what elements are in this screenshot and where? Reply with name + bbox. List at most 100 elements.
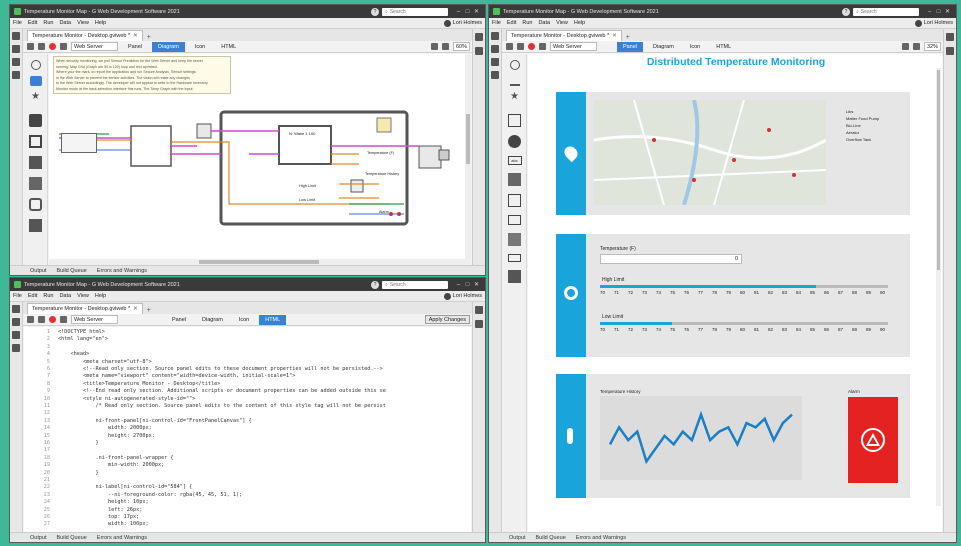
run-icon[interactable] <box>27 43 34 50</box>
properties-icon[interactable] <box>946 33 954 41</box>
menu-view[interactable]: View <box>77 293 89 299</box>
code-line[interactable]: /* Read only section. Source panel edits… <box>58 403 385 409</box>
user-menu[interactable]: Lori Holmes <box>914 19 953 27</box>
code-line[interactable]: height: 2700px; <box>58 433 155 439</box>
file-io-icon[interactable] <box>29 219 42 232</box>
menu-file[interactable]: File <box>492 20 501 26</box>
menu-help[interactable]: Help <box>574 20 585 26</box>
save-icon[interactable] <box>12 32 20 40</box>
tab-panel[interactable]: Panel <box>122 42 148 52</box>
close-button[interactable]: ✕ <box>472 8 481 15</box>
errors-warnings-tab[interactable]: Errors and Warnings <box>97 268 147 274</box>
tab-html[interactable]: HTML <box>215 42 242 52</box>
close-button[interactable]: ✕ <box>943 8 952 15</box>
code-line[interactable]: min-width: 2000px; <box>58 462 164 468</box>
favorites-icon[interactable]: ★ <box>31 92 41 102</box>
zoom-select[interactable]: 60% <box>452 42 470 51</box>
errors-warnings-tab[interactable]: Errors and Warnings <box>576 535 626 541</box>
graph-icon[interactable] <box>508 173 521 186</box>
menu-edit[interactable]: Edit <box>507 20 516 26</box>
help-icon[interactable]: ? <box>842 7 850 16</box>
menu-help[interactable]: Help <box>95 293 106 299</box>
misc-icon[interactable] <box>508 270 521 283</box>
code-line[interactable]: <head> <box>58 351 89 357</box>
table-icon[interactable] <box>508 233 521 246</box>
tab-icon[interactable]: Icon <box>684 42 706 52</box>
low-limit-slider[interactable] <box>600 322 888 325</box>
structures-icon[interactable] <box>29 76 42 86</box>
document-tab[interactable]: Temperature Monitor - Desktop.gviweb * ✕ <box>27 303 143 314</box>
code-line[interactable]: <meta name="viewport" content="width=dev… <box>58 373 295 379</box>
subvi-node[interactable] <box>376 117 392 133</box>
cluster-icon[interactable] <box>29 198 42 211</box>
file-icon[interactable] <box>491 45 499 53</box>
target-select[interactable]: Web Server <box>71 42 118 51</box>
settings-icon[interactable] <box>12 58 20 66</box>
map-view[interactable] <box>594 100 826 205</box>
tab-panel[interactable]: Panel <box>616 41 644 52</box>
subvi-node[interactable] <box>418 145 442 169</box>
temperature-numeric[interactable]: 0 <box>600 254 742 264</box>
close-tab-icon[interactable]: ✕ <box>133 33 138 39</box>
html-code-editor[interactable]: 1 <!DOCTYPE html> 2 <html lang="en"> 3 4 <hea… <box>24 327 471 532</box>
settings-icon[interactable] <box>491 58 499 66</box>
pause-icon[interactable] <box>38 316 45 323</box>
array-icon[interactable] <box>29 177 42 190</box>
menu-run[interactable]: Run <box>43 20 53 26</box>
code-line[interactable]: <meta charset="utf-8"> <box>58 359 152 365</box>
stop-icon[interactable] <box>528 43 535 50</box>
debug-icon[interactable] <box>60 316 67 323</box>
document-tab[interactable]: Temperature Monitor - Desktop.gviweb * ✕ <box>506 30 622 41</box>
tab-panel[interactable]: Panel <box>166 315 192 325</box>
maximize-button[interactable]: □ <box>463 9 472 15</box>
add-tab-button[interactable]: + <box>143 34 155 41</box>
numeric-icon[interactable] <box>29 114 42 127</box>
code-line[interactable]: <style ni-autogenerated-style-id=""> <box>58 396 195 402</box>
tab-icon[interactable]: Icon <box>233 315 255 325</box>
stop-icon[interactable] <box>49 316 56 323</box>
build-queue-tab[interactable]: Build Queue <box>536 535 566 541</box>
target-select[interactable]: Web Server <box>71 315 118 324</box>
pause-icon[interactable] <box>38 43 45 50</box>
distribute-icon[interactable] <box>912 43 920 50</box>
menu-view[interactable]: View <box>556 20 568 26</box>
subvi-node[interactable] <box>196 123 212 139</box>
debug-icon[interactable] <box>60 43 67 50</box>
close-tab-icon[interactable]: ✕ <box>133 306 138 312</box>
help-icon[interactable]: ? <box>371 280 379 289</box>
tab-diagram[interactable]: Diagram <box>647 42 680 52</box>
code-line[interactable]: .ni-front-panel-wrapper { <box>58 455 173 461</box>
tools-icon[interactable] <box>12 344 20 352</box>
scrollbar-thumb[interactable] <box>466 114 470 164</box>
tab-html[interactable]: HTML <box>710 42 737 52</box>
code-line[interactable]: <!DOCTYPE html> <box>58 329 105 335</box>
tab-diagram[interactable]: Diagram <box>196 315 229 325</box>
code-line[interactable]: height: 10px; <box>58 499 149 505</box>
menu-data[interactable]: Data <box>59 20 71 26</box>
code-line[interactable]: width: 2000px; <box>58 425 152 431</box>
help-icon[interactable]: ? <box>371 7 379 16</box>
tab-html[interactable]: HTML <box>259 314 287 325</box>
target-select[interactable]: Web Server <box>550 42 597 51</box>
code-line[interactable]: <title>Temperature Monitor - Desktop</ti… <box>58 381 220 387</box>
context-help-icon[interactable] <box>946 47 954 55</box>
code-line[interactable]: ni-front-panel[ni-control-id="FrontPanel… <box>58 418 251 424</box>
subvi-node[interactable] <box>438 149 450 161</box>
front-panel-canvas[interactable]: Distributed Temperature Monitoring Libs … <box>528 54 942 532</box>
boolean-icon[interactable] <box>29 135 42 148</box>
minimize-button[interactable]: – <box>925 9 934 15</box>
string-icon[interactable] <box>29 156 42 169</box>
properties-icon[interactable] <box>475 33 483 41</box>
tab-icon[interactable]: Icon <box>189 42 211 52</box>
search-palette-icon[interactable] <box>30 60 41 70</box>
save-icon[interactable] <box>491 32 499 40</box>
maximize-button[interactable]: □ <box>463 282 472 288</box>
align-icon[interactable] <box>430 43 438 50</box>
output-tab[interactable]: Output <box>30 268 47 274</box>
user-menu[interactable]: Lori Holmes <box>443 19 482 27</box>
errors-warnings-tab[interactable]: Errors and Warnings <box>97 535 147 541</box>
save-icon[interactable] <box>12 305 20 313</box>
code-line[interactable]: } <box>58 440 98 446</box>
properties-icon[interactable] <box>475 306 483 314</box>
build-queue-tab[interactable]: Build Queue <box>57 535 87 541</box>
